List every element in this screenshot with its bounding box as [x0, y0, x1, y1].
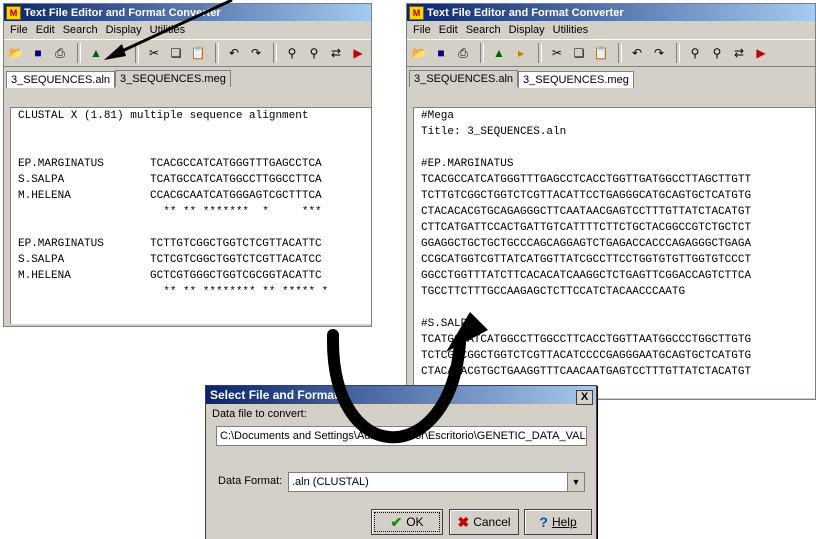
right-toolbar: 📂 ■ ⎙ ▲ ▸ ✂ ❏ 📋 ↶ ↷ ⚲ ⚲ ⇄ ▶	[407, 39, 815, 67]
convert-icon[interactable]: ▲	[86, 43, 106, 63]
run-icon[interactable]: ▶	[751, 43, 771, 63]
right-tab-strip: 3_SEQUENCES.aln 3_SEQUENCES.meg	[407, 67, 815, 88]
toolbar-separator	[273, 43, 277, 63]
toolbar-separator	[135, 43, 139, 63]
cancel-label: Cancel	[473, 515, 511, 529]
print-icon[interactable]: ⎙	[453, 43, 473, 63]
data-format-select[interactable]: .aln (CLUSTAL) ▼	[288, 472, 585, 492]
run-icon[interactable]: ▶	[348, 43, 368, 63]
chevron-down-icon[interactable]: ▼	[567, 473, 584, 491]
menu-display[interactable]: Display	[505, 24, 549, 36]
close-button[interactable]: X	[576, 390, 593, 405]
folder-open-icon[interactable]: 📂	[409, 43, 429, 63]
screenshot-canvas: M Text File Editor and Format Converter …	[0, 0, 816, 539]
paste-icon[interactable]: 📋	[591, 43, 611, 63]
check-icon: ✔	[390, 513, 403, 530]
tab-meg[interactable]: 3_SEQUENCES.meg	[115, 70, 231, 87]
app-icon: M	[409, 5, 424, 20]
toolbar-separator	[77, 43, 81, 63]
left-toolbar: 📂 ■ ⎙ ▲ ▸ ✂ ❏ 📋 ↶ ↷ ⚲ ⚲ ⇄ ▶	[4, 39, 371, 67]
menu-display[interactable]: Display	[102, 24, 146, 36]
replace-icon[interactable]: ⇄	[729, 43, 749, 63]
copy-icon[interactable]: ❏	[569, 43, 589, 63]
right-editor-text[interactable]: #Mega Title: 3_SEQUENCES.aln #EP.MARGINA…	[413, 107, 815, 398]
undo-icon[interactable]: ↶	[224, 43, 244, 63]
left-title-bar[interactable]: M Text File Editor and Format Converter	[4, 4, 371, 21]
tab-aln[interactable]: 3_SEQUENCES.aln	[6, 71, 116, 88]
convert-icon[interactable]: ▲	[489, 43, 509, 63]
left-tab-strip: 3_SEQUENCES.aln 3_SEQUENCES.meg	[4, 67, 371, 88]
open-selected-icon[interactable]: ▸	[108, 43, 128, 63]
file-path-combo[interactable]: C:\Documents and Settings\Administrador\…	[216, 426, 587, 446]
left-window-title: Text File Editor and Format Converter	[24, 6, 221, 19]
right-title-bar[interactable]: M Text File Editor and Format Converter	[407, 4, 815, 21]
toolbar-separator	[618, 43, 622, 63]
tab-meg[interactable]: 3_SEQUENCES.meg	[518, 71, 634, 88]
right-window-title: Text File Editor and Format Converter	[427, 6, 624, 19]
redo-icon[interactable]: ↷	[649, 43, 669, 63]
tab-aln[interactable]: 3_SEQUENCES.aln	[409, 70, 519, 87]
help-icon: ?	[539, 514, 548, 530]
paste-icon[interactable]: 📋	[188, 43, 208, 63]
menu-file[interactable]: File	[409, 24, 435, 36]
print-icon[interactable]: ⎙	[50, 43, 70, 63]
toolbar-separator	[676, 43, 680, 63]
replace-icon[interactable]: ⇄	[326, 43, 346, 63]
find-icon[interactable]: ⚲	[685, 43, 705, 63]
help-button[interactable]: ? Help	[524, 509, 592, 535]
format-value: .aln (CLUSTAL)	[292, 476, 369, 488]
find-next-icon[interactable]: ⚲	[707, 43, 727, 63]
x-icon: ✖	[457, 513, 470, 530]
right-editor-window: M Text File Editor and Format Converter …	[406, 3, 816, 400]
undo-icon[interactable]: ↶	[627, 43, 647, 63]
left-editor-window: M Text File Editor and Format Converter …	[3, 3, 372, 327]
menu-edit[interactable]: Edit	[435, 24, 462, 36]
save-icon[interactable]: ■	[431, 43, 451, 63]
open-selected-icon[interactable]: ▸	[511, 43, 531, 63]
find-next-icon[interactable]: ⚲	[304, 43, 324, 63]
dialog-title: Select File and Format	[210, 388, 339, 402]
menu-edit[interactable]: Edit	[32, 24, 59, 36]
toolbar-separator	[215, 43, 219, 63]
menu-utilities[interactable]: Utilities	[146, 24, 189, 36]
format-label: Data Format:	[218, 475, 283, 487]
left-menu-bar: File Edit Search Display Utilities	[4, 21, 371, 39]
left-editor-text[interactable]: CLUSTAL X (1.81) multiple sequence align…	[10, 107, 371, 324]
menu-search[interactable]: Search	[462, 24, 505, 36]
select-file-format-dialog: Select File and Format X Data file to co…	[205, 385, 597, 539]
menu-file[interactable]: File	[6, 24, 32, 36]
ok-button[interactable]: ✔ OK	[371, 509, 443, 535]
app-icon: M	[6, 5, 21, 20]
copy-icon[interactable]: ❏	[166, 43, 186, 63]
cut-icon[interactable]: ✂	[547, 43, 567, 63]
folder-open-icon[interactable]: 📂	[6, 43, 26, 63]
dialog-title-bar[interactable]: Select File and Format	[206, 386, 596, 404]
save-icon[interactable]: ■	[28, 43, 48, 63]
menu-search[interactable]: Search	[59, 24, 102, 36]
menu-utilities[interactable]: Utilities	[549, 24, 592, 36]
file-label: Data file to convert:	[212, 408, 307, 420]
redo-icon[interactable]: ↷	[246, 43, 266, 63]
cut-icon[interactable]: ✂	[144, 43, 164, 63]
help-label: Help	[551, 515, 577, 529]
toolbar-separator	[538, 43, 542, 63]
toolbar-separator	[480, 43, 484, 63]
file-path-value: C:\Documents and Settings\Administrador\…	[220, 430, 586, 442]
find-icon[interactable]: ⚲	[282, 43, 302, 63]
right-menu-bar: File Edit Search Display Utilities	[407, 21, 815, 39]
cancel-button[interactable]: ✖ Cancel	[449, 509, 519, 535]
ok-label: OK	[406, 515, 424, 529]
